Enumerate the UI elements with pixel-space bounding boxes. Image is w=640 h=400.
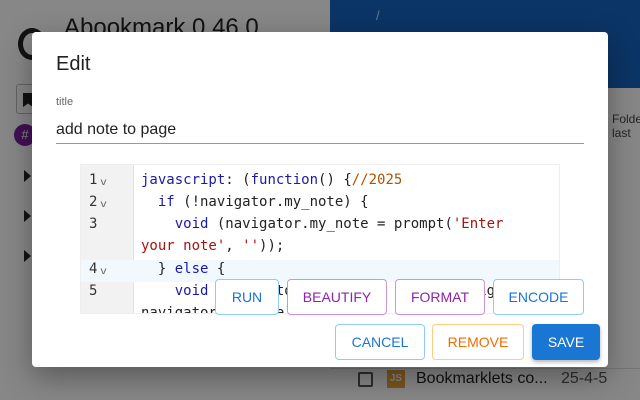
- encode-button[interactable]: ENCODE: [493, 279, 584, 315]
- code-line: your note', ''));: [141, 238, 285, 254]
- beautify-button[interactable]: BEAUTIFY: [287, 279, 387, 315]
- dialog-title: Edit: [56, 53, 91, 75]
- save-button[interactable]: SAVE: [532, 324, 600, 360]
- run-button[interactable]: RUN: [215, 279, 279, 315]
- fold-arrow-icon[interactable]: v: [101, 177, 107, 188]
- line-number: 5: [89, 283, 98, 299]
- code-line: } else {: [141, 261, 226, 277]
- edit-dialog: Edit title 1 v 2 v 3 4 v 5 javascript: (…: [32, 32, 608, 367]
- code-line: void (navigator.my_note = prompt('Enter: [174, 216, 504, 232]
- fold-arrow-icon[interactable]: v: [101, 199, 107, 210]
- title-field-label: title: [56, 96, 74, 108]
- line-number: 3: [89, 216, 98, 232]
- title-input[interactable]: [56, 116, 584, 144]
- cancel-button[interactable]: CANCEL: [335, 324, 425, 360]
- fold-arrow-icon[interactable]: v: [101, 266, 107, 277]
- format-button[interactable]: FORMAT: [395, 279, 485, 315]
- code-line: if (!navigator.my_note) {: [157, 194, 369, 210]
- code-line: javascript: (function() {//2025: [141, 172, 403, 188]
- remove-button[interactable]: REMOVE: [432, 324, 524, 360]
